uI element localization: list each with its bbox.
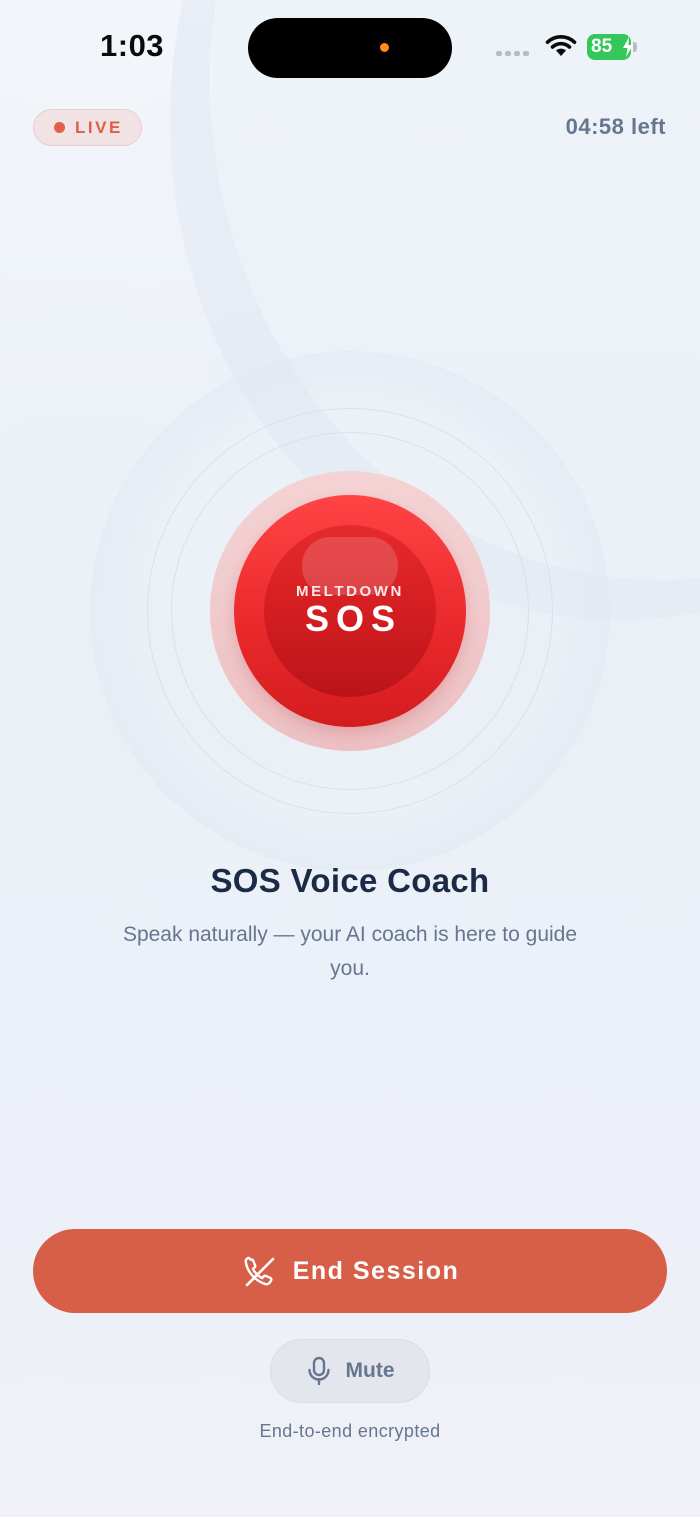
page-subtitle: Speak naturally — your AI coach is here … [122,923,578,980]
live-dot-icon [54,122,65,133]
page-title: SOS Voice Coach [210,862,490,899]
cellular-signal-icon [496,51,529,56]
status-time: 1:03 [100,28,165,63]
mute-button[interactable]: Mute [270,1339,430,1403]
live-badge: LIVE [33,109,142,146]
end-session-button[interactable]: End Session [33,1229,667,1313]
dynamic-island [248,18,452,78]
microphone-icon [307,1356,330,1386]
session-time-left: 04:58 left [565,114,666,139]
battery-level: 85 [591,36,613,57]
mute-label: Mute [345,1359,395,1382]
phone-off-icon [244,1256,275,1287]
live-label: LIVE [75,117,123,137]
battery-cap [633,42,637,52]
end-session-label: End Session [292,1256,460,1285]
encryption-note: End-to-end encrypted [259,1421,441,1441]
sos-label: SOS [304,598,403,639]
background-light-panel [0,0,212,460]
sos-button[interactable]: MELTDOWN SOS [234,495,466,727]
recording-indicator-dot [380,43,389,52]
wifi-icon [545,35,577,56]
